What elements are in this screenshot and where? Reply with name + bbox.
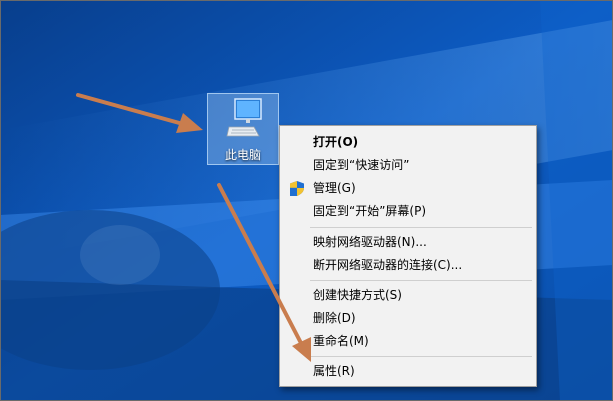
computer-monitor-icon xyxy=(226,98,262,146)
menu-item-open[interactable]: 打开(O) xyxy=(280,131,536,153)
menu-item-manage-label: 管理(G) xyxy=(313,181,356,195)
menu-item-disconnect-network-drive[interactable]: 断开网络驱动器的连接(C)... xyxy=(280,254,536,276)
menu-separator xyxy=(310,280,532,281)
menu-item-manage[interactable]: 管理(G) xyxy=(280,177,536,199)
desktop[interactable]: 此电脑 打开(O) 固定到“快速访问” 管理(G) 固定到“开始”屏幕(P) 映… xyxy=(0,0,613,401)
menu-item-pin-quick-access[interactable]: 固定到“快速访问” xyxy=(280,154,536,176)
this-pc-label: 此电脑 xyxy=(224,148,261,162)
menu-item-pin-start[interactable]: 固定到“开始”屏幕(P) xyxy=(280,200,536,222)
menu-item-create-shortcut[interactable]: 创建快捷方式(S) xyxy=(280,284,536,306)
menu-separator xyxy=(310,356,532,357)
menu-item-map-network-drive[interactable]: 映射网络驱动器(N)... xyxy=(280,231,536,253)
menu-item-delete[interactable]: 删除(D) xyxy=(280,307,536,329)
menu-item-properties[interactable]: 属性(R) xyxy=(280,360,536,382)
menu-separator xyxy=(310,227,532,228)
context-menu: 打开(O) 固定到“快速访问” 管理(G) 固定到“开始”屏幕(P) 映射网络驱… xyxy=(279,125,537,387)
menu-item-rename[interactable]: 重命名(M) xyxy=(280,330,536,352)
this-pc-desktop-icon[interactable]: 此电脑 xyxy=(207,93,279,165)
